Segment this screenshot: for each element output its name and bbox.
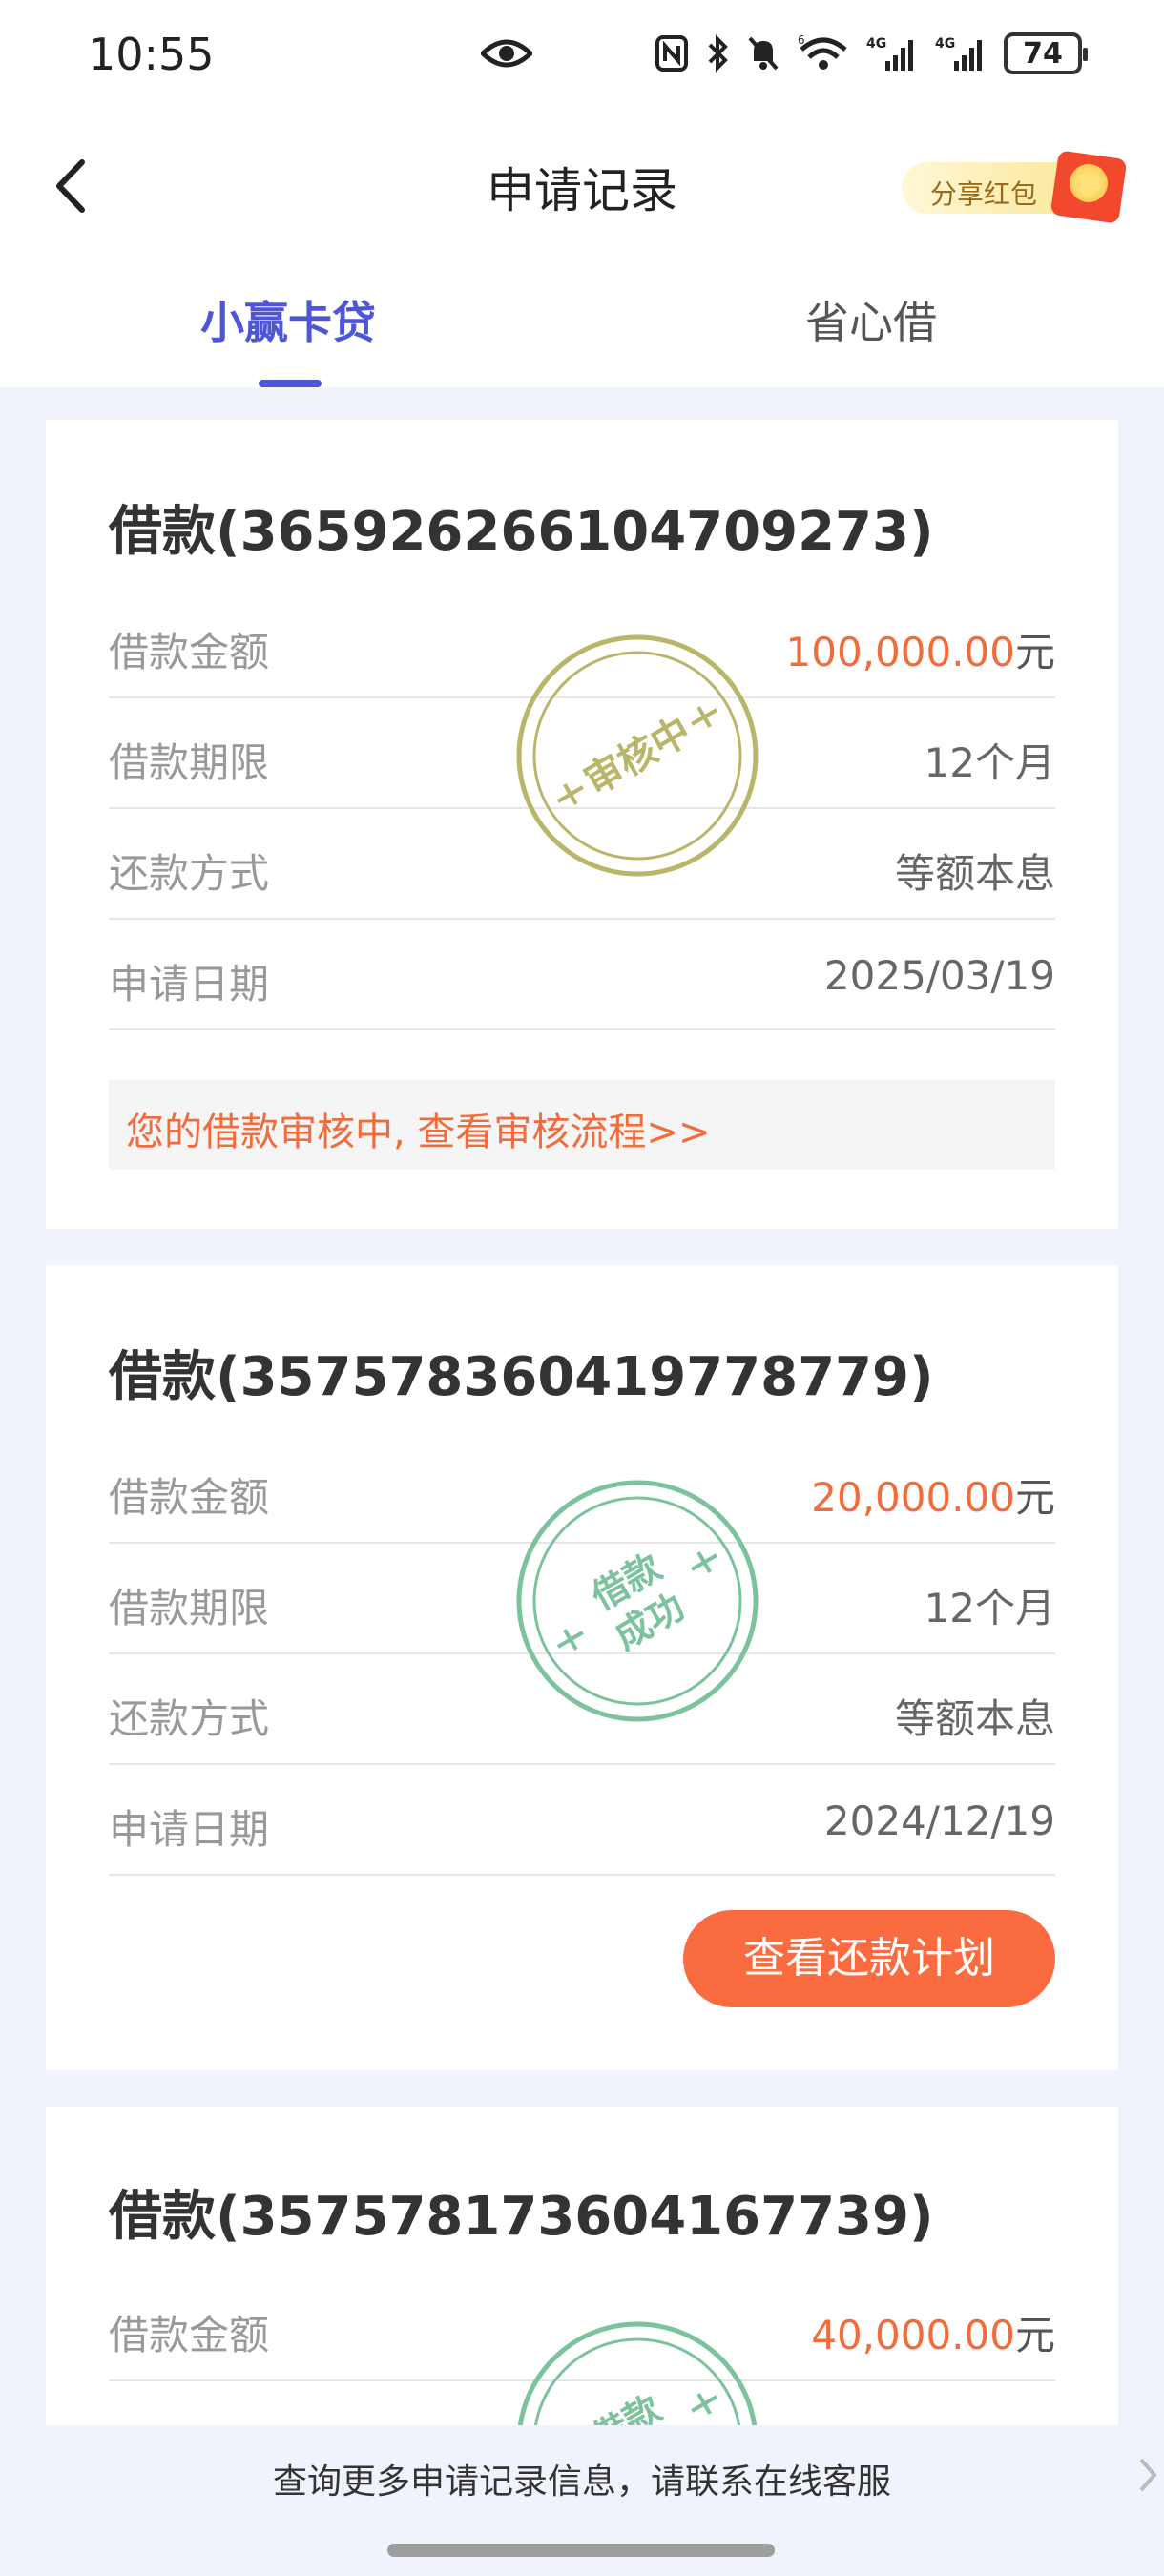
- row-value: 20,000.00元: [811, 1465, 1055, 1524]
- row-value: 40,000.00元: [811, 2303, 1055, 2361]
- tab-xiaoying-card-loan[interactable]: 小赢卡贷: [200, 288, 376, 351]
- loan-row-apply-date: 申请日期 2024/12/19: [109, 1765, 1055, 1876]
- row-label: 还款方式: [109, 850, 270, 897]
- row-value: 等额本息: [894, 1695, 1055, 1742]
- loan-amount: 40,000.00: [811, 2312, 1015, 2358]
- header: 申请记录 分享红包: [0, 114, 1164, 248]
- loan-card: 借款(365926266104709273) 借款金额 100,000.00元 …: [46, 420, 1118, 1229]
- status-time: 10:55: [88, 29, 215, 80]
- row-label: 借款金额: [109, 1474, 270, 1521]
- loan-card: 借款(357578173604167739) 借款金额 40,000.00元 借…: [46, 2107, 1118, 2425]
- review-notice[interactable]: 您的借款审核中, 查看审核流程>>: [109, 1080, 1055, 1170]
- row-value: 12个月: [924, 739, 1055, 786]
- mute-bell-icon: [746, 34, 780, 73]
- under-review-stamp: 审核中: [516, 634, 759, 877]
- signal-label-2: 4G: [935, 36, 955, 52]
- eye-icon: [479, 34, 534, 76]
- signal-icon-1: 4G: [866, 34, 918, 73]
- signal-icon-2: 4G: [935, 34, 987, 73]
- loan-card-title: 借款(357578360419778779): [109, 1346, 934, 1408]
- chevron-right-icon: [1135, 2454, 1160, 2500]
- row-value: 100,000.00元: [786, 620, 1056, 678]
- row-label: 借款金额: [109, 629, 270, 675]
- share-red-packet-button[interactable]: 分享红包: [902, 149, 1131, 225]
- wifi-icon: 6: [798, 34, 849, 73]
- currency-unit: 元: [1014, 2312, 1055, 2358]
- battery-icon: 74: [1004, 32, 1088, 74]
- bluetooth-icon: [706, 34, 729, 73]
- loan-success-stamp: 借款: [517, 2321, 758, 2425]
- home-indicator[interactable]: [387, 2544, 775, 2557]
- loan-card-title: 借款(357578173604167739): [109, 2186, 934, 2248]
- view-repayment-plan-button[interactable]: 查看还款计划: [683, 1910, 1055, 2007]
- customer-service-footer[interactable]: 查询更多申请记录信息，请联系在线客服: [0, 2425, 1164, 2526]
- share-label: 分享红包: [930, 178, 1038, 210]
- footer-text: 查询更多申请记录信息，请联系在线客服: [272, 2462, 891, 2502]
- row-value: 2025/03/19: [823, 952, 1055, 999]
- status-bar: 10:55 6 4G 4G 74: [0, 0, 1164, 114]
- signal-label-1: 4G: [866, 36, 886, 52]
- tab-bar: 小赢卡贷 省心借: [0, 248, 1164, 387]
- row-value: 2024/12/19: [823, 1797, 1055, 1844]
- currency-unit: 元: [1014, 629, 1055, 675]
- loan-card-title: 借款(365926266104709273): [109, 501, 934, 563]
- status-icons: 6 4G 4G 74: [655, 32, 1088, 74]
- stamp-text-line1: 借款: [584, 2387, 669, 2425]
- currency-unit: 元: [1014, 1474, 1055, 1521]
- row-label: 借款期限: [109, 739, 270, 786]
- nfc-icon: [655, 34, 689, 73]
- stamp-text: 审核中: [577, 709, 698, 804]
- row-value: 12个月: [924, 1585, 1055, 1631]
- row-label: 申请日期: [109, 961, 270, 1008]
- loan-amount: 100,000.00: [785, 629, 1015, 675]
- review-notice-text: 您的借款审核中, 查看审核流程>>: [126, 1111, 711, 1154]
- loan-amount: 20,000.00: [811, 1474, 1015, 1521]
- tab-shengxin-loan[interactable]: 省心借: [805, 288, 937, 351]
- loan-success-stamp: 借款 成功: [516, 1480, 759, 1722]
- row-label: 申请日期: [109, 1806, 270, 1853]
- coin-icon: [1070, 164, 1108, 202]
- row-label: 借款期限: [109, 1585, 270, 1631]
- row-label: 还款方式: [109, 1695, 270, 1742]
- row-label: 借款金额: [109, 2312, 270, 2358]
- tab-active-indicator: [259, 380, 322, 387]
- loan-row-apply-date: 申请日期 2025/03/19: [109, 920, 1055, 1030]
- row-value: 等额本息: [894, 850, 1055, 897]
- wifi-label: 6: [798, 34, 805, 47]
- loan-card: 借款(357578360419778779) 借款金额 20,000.00元 借…: [46, 1265, 1118, 2070]
